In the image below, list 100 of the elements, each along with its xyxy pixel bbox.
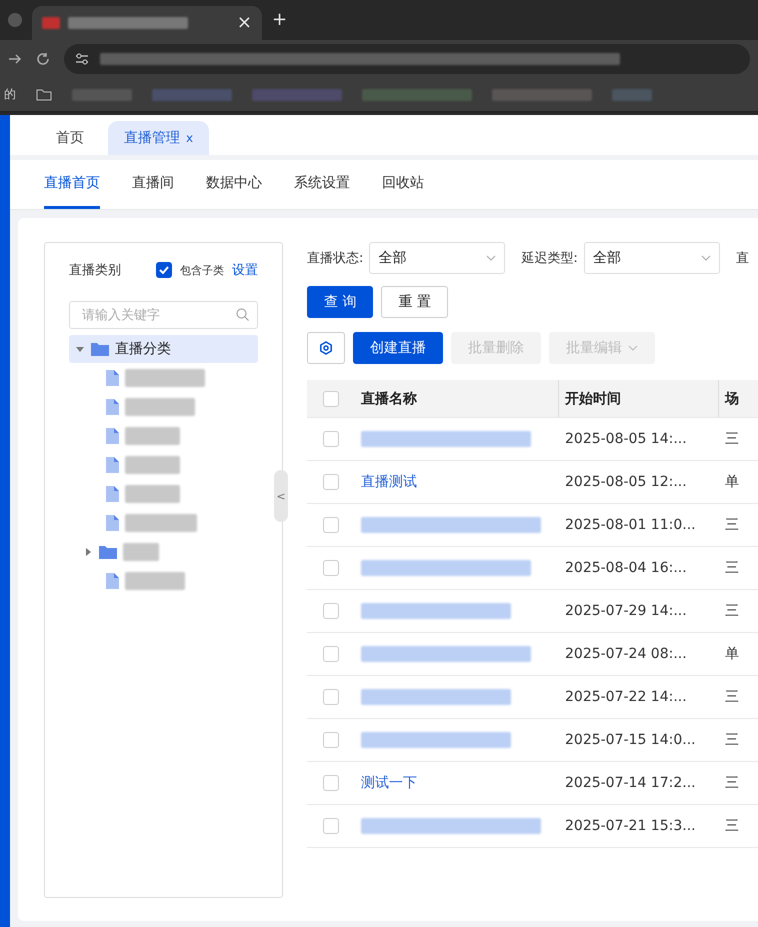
blurred-category-label[interactable] [123,542,159,560]
row-checkbox[interactable] [323,689,339,705]
scene-cell: 三 [725,516,739,534]
filter-select[interactable]: 全部 [584,242,720,274]
expand-caret-icon[interactable] [75,344,85,354]
filter-label: 延迟类型: [521,250,578,267]
scene-cell: 三 [725,817,739,835]
action-button[interactable]: 创建直播 [353,332,443,364]
blurred-live-name[interactable] [361,646,531,662]
reload-icon[interactable] [36,52,50,66]
panel-title: 直播类别 [69,262,121,279]
row-checkbox[interactable] [323,517,339,533]
scene-cell: 三 [725,559,739,577]
chevron-down-icon [628,345,638,351]
row-checkbox[interactable] [323,775,339,791]
blurred-bookmark[interactable] [362,88,472,100]
new-tab-button[interactable]: + [272,11,288,29]
blurred-bookmark[interactable] [252,88,342,100]
blurred-live-name[interactable] [361,732,511,748]
scene-cell: 三 [725,430,739,448]
live-name-link[interactable]: 测试一下 [361,774,417,792]
file-icon [105,572,119,588]
row-checkbox[interactable] [323,818,339,834]
file-icon [105,514,119,530]
scene-cell: 三 [725,688,739,706]
expand-caret-icon[interactable] [83,546,93,556]
settings-icon [319,341,333,355]
bookmark-label[interactable]: 的 [4,86,16,103]
scene-cell: 三 [725,774,739,792]
row-checkbox[interactable] [323,560,339,576]
start-time-cell: 2025-07-21 15:3... [565,818,696,834]
include-subcategory-checkbox[interactable] [156,262,172,278]
collapse-handle[interactable]: < [274,470,288,522]
nav-tab[interactable]: 直播首页 [44,160,100,209]
browser-tab[interactable]: × [32,6,262,40]
file-icon [105,456,119,472]
tab-close-button[interactable]: x [186,131,194,145]
blurred-category-label[interactable] [125,484,180,502]
scene-cell: 单 [725,645,739,663]
scene-cell: 三 [725,731,739,749]
filter-label: 直 [736,250,749,267]
filter-select[interactable]: 全部 [369,242,506,274]
blurred-live-name[interactable] [361,431,531,447]
settings-link[interactable]: 设置 [232,261,258,279]
nav-tab[interactable]: 系统设置 [294,160,350,209]
row-checkbox[interactable] [323,474,339,490]
blurred-favicon [42,17,60,29]
nav-tab[interactable]: 数据中心 [206,160,262,209]
checkmark-icon [159,266,169,274]
start-time-cell: 2025-08-05 12:... [565,474,687,490]
keyword-search-field[interactable]: 请输入关键字 [69,301,258,329]
blurred-bookmark[interactable] [612,88,652,100]
search-icon [236,308,249,321]
blurred-category-label[interactable] [125,368,205,386]
window-control-dot[interactable] [8,13,22,27]
blurred-category-label[interactable] [125,514,197,532]
blurred-live-name[interactable] [361,517,541,533]
column-header: 开始时间 [565,390,621,408]
start-time-cell: 2025-07-15 14:0... [565,732,696,748]
chevron-down-icon [700,255,711,261]
site-settings-icon[interactable] [74,52,90,66]
forward-icon[interactable] [8,52,22,66]
nav-tab[interactable]: 直播间 [132,160,174,209]
settings-button[interactable] [307,332,345,364]
reset-button[interactable]: 重 置 [381,286,448,318]
folder-icon [91,342,109,356]
page-tab[interactable]: 直播管理 x [108,121,210,155]
scene-cell: 三 [725,602,739,620]
select-all-checkbox[interactable] [323,390,339,406]
blurred-category-label[interactable] [125,426,180,444]
row-checkbox[interactable] [323,431,339,447]
tab-close-button[interactable]: × [236,14,252,32]
blurred-category-label[interactable] [125,572,185,590]
blurred-bookmark[interactable] [152,88,232,100]
start-time-cell: 2025-08-04 16:... [565,560,687,576]
query-button[interactable]: 查 询 [307,286,374,318]
file-icon [105,398,119,414]
file-icon [105,370,119,386]
tree-node[interactable]: 直播分类 [69,335,258,363]
blurred-category-label[interactable] [125,456,180,474]
start-time-cell: 2025-07-22 14:... [565,689,687,705]
filter-label: 直播状态: [307,250,364,267]
row-checkbox[interactable] [323,646,339,662]
blurred-live-name[interactable] [361,818,541,834]
column-header: 场 [725,390,739,408]
page-tab[interactable]: 首页 [40,121,100,155]
blurred-live-name[interactable] [361,689,511,705]
blurred-live-name[interactable] [361,560,531,576]
blurred-category-label[interactable] [125,398,195,416]
blurred-live-name[interactable] [361,603,511,619]
row-checkbox[interactable] [323,732,339,748]
file-icon [105,486,119,502]
nav-tab[interactable]: 回收站 [382,160,424,209]
folder-icon[interactable] [36,88,52,100]
row-checkbox[interactable] [323,603,339,619]
start-time-cell: 2025-08-01 11:0... [565,517,696,533]
blurred-bookmark[interactable] [72,88,132,100]
checkbox-label: 包含子类 [180,262,224,278]
blurred-bookmark[interactable] [492,88,592,100]
live-name-link[interactable]: 直播测试 [361,473,417,491]
